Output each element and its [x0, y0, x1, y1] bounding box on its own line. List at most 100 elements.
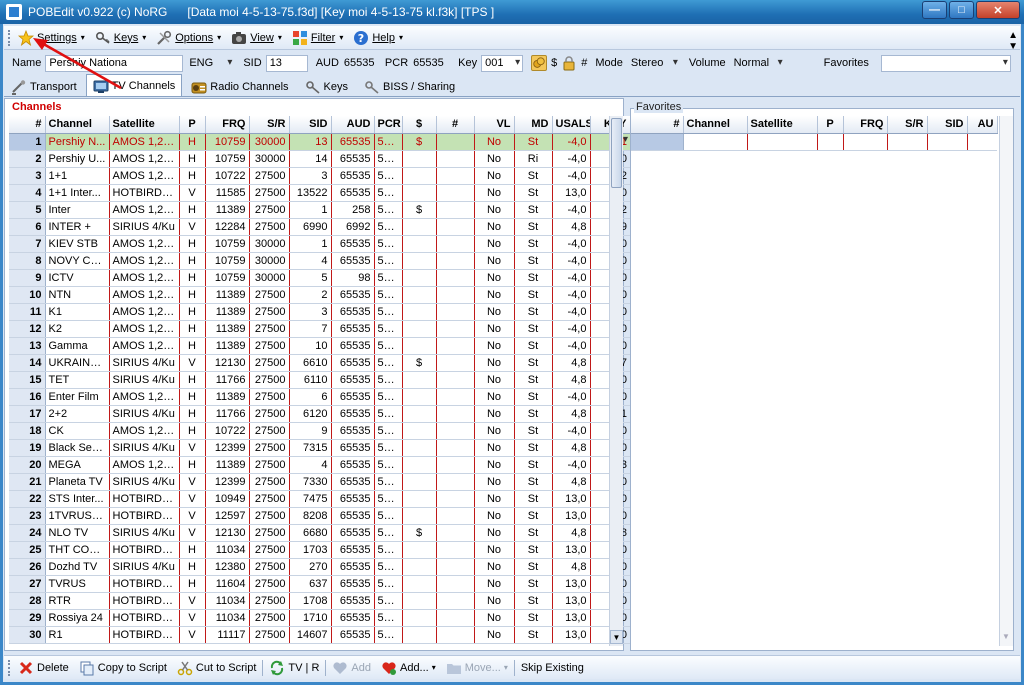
add-favorite-button[interactable]: Add [332, 660, 371, 676]
mode-select[interactable]: Stereo [627, 55, 681, 72]
table-row[interactable]: 26 Dozhd TV SIRIUS 4/Ku H 12380 27500 270 65535… [9, 558, 630, 576]
favorites-column-header[interactable]: Satellite [747, 116, 818, 134]
close-button[interactable]: ✕ [976, 1, 1020, 19]
delete-button[interactable]: Delete [18, 660, 69, 676]
table-cell: 1703 [289, 541, 332, 559]
favorites-column-header[interactable]: # [631, 116, 684, 134]
bottom-toolbar-grip[interactable] [8, 659, 12, 676]
table-row[interactable]: 1 Pershiy N... AMOS 1,2/Ku H 10759 30000 13 655… [9, 133, 630, 151]
table-row[interactable]: 17 2+2 SIRIUS 4/Ku H 11766 27500 6120 65535 5535… [9, 405, 630, 423]
coins-icon[interactable] [531, 55, 548, 71]
toolbar-chevron-icon[interactable]: ▲ ▼ [1008, 30, 1018, 52]
column-header[interactable]: SID [289, 116, 332, 134]
minimize-button[interactable]: — [922, 1, 947, 19]
column-header[interactable]: FRQ [205, 116, 250, 134]
tab-keys[interactable]: Keys [298, 76, 355, 96]
table-row[interactable]: 19 Black Sea... SIRIUS 4/Ku V 12399 27500 7315… [9, 439, 630, 457]
table-row[interactable]: 20 MEGA AMOS 1,2/Ku H 11389 27500 4 65535 5535 No… [9, 456, 630, 474]
table-cell: 20 [9, 456, 46, 474]
add-to-button[interactable]: Add... ▾ [381, 660, 436, 676]
table-cell [436, 337, 475, 355]
tab-radio-channels[interactable]: Radio Channels [184, 76, 295, 96]
favorites-column-header[interactable]: AU [967, 116, 998, 134]
table-row[interactable]: 30 R1 HOTBIRD/Ku V 11117 27500 14607 65535 5535 N… [9, 626, 630, 644]
column-header[interactable]: # [9, 116, 46, 134]
channels-table[interactable]: # Channel Satellite P FRQ S/R SID AUD PCR $ # VL MD U… [9, 116, 631, 644]
favorites-column-header[interactable]: S/R [887, 116, 928, 134]
table-row[interactable]: 4 1+1 Inter... HOTBIRD/Ku V 11585 27500 13522 6… [9, 184, 630, 202]
toolbar-grip[interactable] [8, 29, 12, 46]
move-to-button[interactable]: Move... ▾ [446, 660, 508, 676]
table-row[interactable]: 5 Inter AMOS 1,2/Ku H 11389 27500 1 258 5535 $ No S… [9, 201, 630, 219]
volume-select[interactable]: Normal [730, 55, 786, 72]
column-header[interactable]: # [436, 116, 475, 134]
column-header[interactable]: Satellite [109, 116, 180, 134]
table-row[interactable]: 14 UKRAINA... SIRIUS 4/Ku V 12130 27500 6610 65… [9, 354, 630, 372]
favorites-column-header[interactable]: P [817, 116, 844, 134]
table-row[interactable]: 6 INTER + SIRIUS 4/Ku V 12284 27500 6990 6992 55… [9, 218, 630, 236]
maximize-button[interactable]: □ [949, 1, 974, 19]
table-row[interactable]: 12 K2 AMOS 1,2/Ku H 11389 27500 7 65535 5535 No St… [9, 320, 630, 338]
table-row[interactable]: 27 TVRUS HOTBIRD/Ku H 11604 27500 637 65535 5535… [9, 575, 630, 593]
table-row[interactable]: 21 Planeta TV SIRIUS 4/Ku V 12399 27500 7330 65… [9, 473, 630, 491]
column-header[interactable]: AUD [331, 116, 375, 134]
favorites-select[interactable] [880, 54, 1011, 72]
name-input[interactable]: Pershiy Nationa [45, 54, 184, 72]
table-row[interactable]: 22 STS Inter... HOTBIRD/Ku V 10949 27500 7475 6… [9, 490, 630, 508]
menu-view[interactable]: View ▾ [231, 30, 282, 46]
table-row[interactable]: 2 Pershiy U... AMOS 1,2/Ku H 10759 30000 14 655… [9, 150, 630, 168]
lock-icon[interactable] [561, 55, 577, 71]
favorites-scrollbar[interactable]: ▼ [999, 116, 1013, 646]
language-select[interactable]: ENG [185, 55, 235, 72]
column-header[interactable]: P [179, 116, 206, 134]
table-row[interactable]: 16 Enter Film AMOS 1,2/Ku H 11389 27500 6 65535… [9, 388, 630, 406]
sid-input[interactable]: 13 [265, 54, 308, 72]
tab-transport[interactable]: Transport [4, 76, 84, 96]
aud-input[interactable]: 65535 [343, 55, 381, 72]
pcr-input[interactable]: 65535 [412, 55, 450, 72]
favorites-column-header[interactable]: Channel [683, 116, 748, 134]
table-row[interactable]: 10 NTN AMOS 1,2/Ku H 11389 27500 2 65535 5535 No S… [9, 286, 630, 304]
favorites-empty-row[interactable] [631, 133, 997, 151]
column-header[interactable]: Channel [45, 116, 110, 134]
column-header[interactable]: $ [402, 116, 437, 134]
table-row[interactable]: 25 THT COM... HOTBIRD/Ku H 11034 27500 1703 655… [9, 541, 630, 559]
table-row[interactable]: 8 NOVY CH... AMOS 1,2/Ku H 10759 30000 4 65535 5… [9, 252, 630, 270]
table-row[interactable]: 7 KIEV STB AMOS 1,2/Ku H 10759 30000 1 65535 553… [9, 235, 630, 253]
table-cell: -4,0 [552, 456, 591, 474]
favorites-table[interactable]: # Channel Satellite P FRQ S/R SID AU [631, 116, 998, 151]
column-header[interactable]: VL [474, 116, 515, 134]
column-header[interactable]: USALS [552, 116, 591, 134]
table-row[interactable]: 29 Rossiya 24 HOTBIRD/Ku V 11034 27500 1710 655… [9, 609, 630, 627]
table-row[interactable]: 23 1TVRUS E... HOTBIRD/Ku V 12597 27500 8208 65… [9, 507, 630, 525]
cut-to-script-button[interactable]: Cut to Script [177, 660, 256, 676]
menu-options[interactable]: Options ▾ [156, 30, 221, 46]
table-row[interactable]: 13 Gamma AMOS 1,2/Ku H 11389 27500 10 65535 5535… [9, 337, 630, 355]
table-row[interactable]: 24 NLO TV SIRIUS 4/Ku V 12130 27500 6680 65535 5… [9, 524, 630, 542]
favorites-column-header[interactable]: FRQ [843, 116, 888, 134]
table-row[interactable]: 9 ICTV AMOS 1,2/Ku H 10759 30000 5 98 5535 No St -4… [9, 269, 630, 287]
menu-help[interactable]: ? Help ▾ [353, 30, 403, 46]
copy-to-script-button[interactable]: Copy to Script [79, 660, 167, 676]
column-header[interactable]: MD [514, 116, 553, 134]
table-row[interactable]: 15 TET SIRIUS 4/Ku H 11766 27500 6110 65535 5535… [9, 371, 630, 389]
tv-radio-toggle-button[interactable]: TV | R [269, 660, 319, 676]
key-select[interactable]: 001 [481, 54, 524, 72]
favorites-scroll-down-icon[interactable]: ▼ [1002, 632, 1010, 641]
menu-settings[interactable]: Settings ▾ [18, 29, 85, 46]
table-row[interactable]: 11 K1 AMOS 1,2/Ku H 11389 27500 3 65535 5535 No St… [9, 303, 630, 321]
column-header[interactable]: S/R [249, 116, 290, 134]
table-row[interactable]: 28 RTR HOTBIRD/Ku V 11034 27500 1708 65535 5535 N… [9, 592, 630, 610]
column-header[interactable]: PCR [374, 116, 403, 134]
scroll-down-icon[interactable]: ▼ [610, 630, 623, 644]
channels-scroll-thumb[interactable] [611, 118, 622, 188]
table-row[interactable]: 18 CK AMOS 1,2/Ku H 10722 27500 9 65535 5535 No St… [9, 422, 630, 440]
menu-keys[interactable]: Keys ▾ [95, 30, 146, 46]
tab-tv-channels[interactable]: TV Channels [85, 74, 183, 96]
table-row[interactable]: 3 1+1 AMOS 1,2/Ku H 10722 27500 3 65535 5535 No St… [9, 167, 630, 185]
favorites-column-header[interactable]: SID [927, 116, 968, 134]
tab-biss-sharing[interactable]: BISS / Sharing [357, 76, 462, 96]
skip-existing-toggle[interactable]: Skip Existing [521, 662, 584, 674]
menu-filter[interactable]: Filter ▾ [292, 30, 343, 46]
channels-scrollbar[interactable]: ▼ [609, 116, 623, 646]
